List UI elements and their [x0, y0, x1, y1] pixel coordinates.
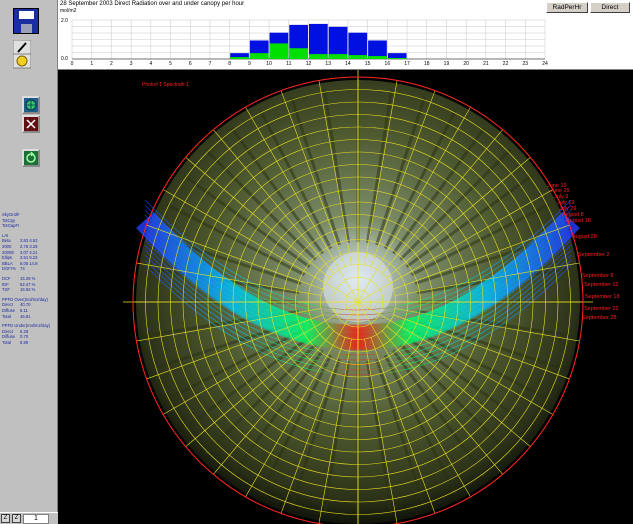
- x-tick-label: 16: [385, 61, 391, 67]
- sun-path-date-label: August 28: [572, 234, 597, 240]
- hemispherical-photo-view[interactable]: Photo# 1 Spectral# 1 June 19 June 29 July …: [58, 70, 633, 524]
- x-tick-label: 24: [542, 61, 548, 67]
- histogram-bar: [368, 56, 387, 59]
- x-tick-label: 0: [71, 61, 74, 67]
- statistics-panel: SkyGrid# TotCpy TotGapFr LAI Beta 3.83 4.53 20…: [2, 212, 58, 349]
- x-tick-label: 4: [149, 61, 152, 67]
- histogram-bar: [269, 43, 289, 59]
- x-tick-label: 13: [325, 61, 331, 67]
- stat-key: Total: [2, 339, 11, 345]
- stat-key: DGFr%: [2, 266, 16, 272]
- status-bar: Z Z 1: [0, 512, 58, 524]
- status-box[interactable]: Z: [1, 514, 10, 523]
- app-window: SkyGrid# TotCpy TotGapFr LAI Beta 3.83 4.53 20…: [0, 0, 633, 524]
- histogram-bar: [348, 32, 368, 59]
- sun-path-date-label: September 2: [578, 252, 610, 258]
- sun-path-date-label: September 28: [582, 315, 617, 321]
- stat-value: [19, 223, 39, 229]
- globe-icon[interactable]: [22, 96, 40, 114]
- x-tick-label: 15: [365, 61, 371, 67]
- x-tick-label: 5: [169, 61, 172, 67]
- x-tick-label: 18: [424, 61, 430, 67]
- histogram-bar: [328, 54, 348, 59]
- x-tick-label: 9: [248, 61, 251, 67]
- x-tick-label: 17: [404, 61, 410, 67]
- sun-path-date-label: September 18: [585, 294, 620, 300]
- histogram-bar: [230, 57, 249, 59]
- stat-value: 74: [20, 266, 25, 272]
- refresh-icon[interactable]: [22, 149, 40, 167]
- sun-path-date-labels: June 19 June 29 July 9 July 19 July 29 August…: [58, 70, 633, 524]
- x-tick-label: 22: [503, 61, 509, 67]
- stat-key: Total: [2, 313, 11, 319]
- page-number: 1: [23, 513, 49, 524]
- radperhr-button[interactable]: RadPerHr: [546, 2, 588, 13]
- stat-key: TSF: [2, 287, 10, 293]
- stat-value: 6.99: [20, 339, 29, 345]
- x-tick-label: 19: [444, 61, 450, 67]
- direct-button[interactable]: Direct: [590, 2, 630, 13]
- stat-value: 16.93 %: [20, 287, 36, 293]
- x-tick-label: 14: [345, 61, 351, 67]
- histogram-bar: [309, 23, 328, 59]
- sun-path-date-label: September 8: [582, 273, 614, 279]
- radiation-histogram-panel: 0 1 2 3 4 5 6 7 8 9 10 11 12 13 14 15 16 17 18 19 20 21 22 23 24…: [58, 0, 633, 70]
- x-tick-label: 10: [266, 61, 272, 67]
- stat-key: TotGapFr: [2, 223, 20, 229]
- stat-value: 46.81: [20, 313, 31, 319]
- sun-path-date-label: September 22: [584, 306, 619, 312]
- histogram-bar: [387, 58, 407, 59]
- x-tick-label: 21: [483, 61, 489, 67]
- histogram-bar: [289, 48, 308, 59]
- chart-title: 28 September 2003 Direct Radiation over …: [60, 1, 245, 7]
- x-tick-label: 11: [286, 61, 291, 67]
- floppy-save-icon[interactable]: [13, 8, 39, 34]
- unit-label: mol/m2: [60, 8, 77, 14]
- histogram-bar: [249, 53, 269, 59]
- x-tick-label: 23: [523, 61, 529, 67]
- left-toolbar: SkyGrid# TotCpy TotGapFr LAI Beta 3.83 4.53 20…: [0, 0, 58, 524]
- sun-path-date-label: September 12: [584, 282, 619, 288]
- x-tick-label: 6: [189, 61, 192, 67]
- x-tick-label: 2: [110, 61, 113, 67]
- histogram-bar: [348, 55, 368, 59]
- y-tick-label: 2.0: [61, 18, 68, 24]
- stop-icon[interactable]: [22, 115, 40, 133]
- y-tick-label: 0.0: [61, 56, 68, 62]
- stat-value: [48, 297, 58, 303]
- x-tick-label: 7: [209, 61, 212, 67]
- circle-tool-icon[interactable]: [13, 54, 31, 72]
- x-tick-label: 1: [90, 61, 93, 67]
- sun-path-date-label: August 18: [566, 218, 591, 224]
- x-tick-label: 8: [228, 61, 231, 67]
- x-tick-label: 3: [130, 61, 133, 67]
- x-tick-label: 20: [463, 61, 469, 67]
- histogram-bar: [309, 54, 328, 59]
- x-tick-label: 12: [306, 61, 312, 67]
- stat-value: [50, 323, 58, 329]
- status-box[interactable]: Z: [12, 514, 21, 523]
